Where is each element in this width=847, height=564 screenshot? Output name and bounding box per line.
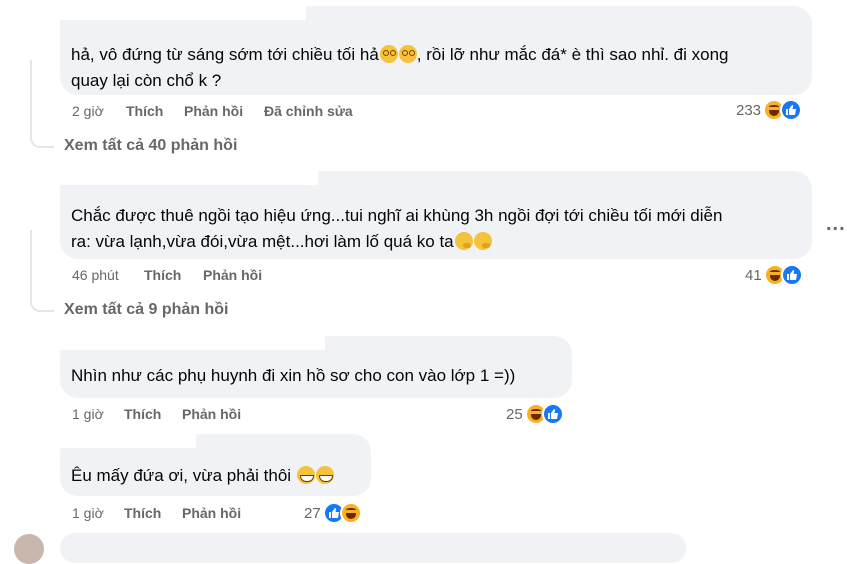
flushed-face-icon <box>398 45 417 63</box>
comment-time[interactable]: 1 giờ <box>72 406 104 422</box>
comment-text-3: Nhìn như các phụ huynh đi xin hồ sơ cho … <box>71 366 516 385</box>
reaction-summary[interactable]: 41 <box>745 264 803 286</box>
reaction-count: 233 <box>736 101 762 119</box>
reply-button[interactable]: Phản hồi <box>182 406 241 422</box>
comment-bubble-1: hả, vô đứng từ sáng sớm tới chiều tối hả… <box>60 6 812 95</box>
view-all-replies-40[interactable]: Xem tất cả 40 phản hồi <box>64 137 237 155</box>
comment-bubble-4: Êu mấy đứa ơi, vừa phải thôi <box>60 434 371 496</box>
like-button[interactable]: Thích <box>126 103 163 119</box>
hidden-author-name <box>60 171 318 185</box>
like-button[interactable]: Thích <box>124 505 161 521</box>
flushed-face-icon <box>379 45 398 63</box>
hidden-author-name <box>60 434 196 448</box>
comment-text-2-line-1: Chắc được thuê ngồi tạo hiệu ứng...tui n… <box>71 206 723 225</box>
reaction-count: 41 <box>745 266 762 284</box>
avatar[interactable] <box>14 534 44 564</box>
reaction-summary[interactable]: 27 <box>304 502 362 524</box>
thinking-face-icon <box>454 232 473 250</box>
grinning-face-icon <box>315 466 334 484</box>
like-button[interactable]: Thích <box>124 406 161 422</box>
view-all-replies-9[interactable]: Xem tất cả 9 phản hồi <box>64 301 228 319</box>
comment-text-2-line-2: ra: vừa lạnh,vừa đói,vừa mệt...hơi làm l… <box>71 229 492 255</box>
thinking-face-icon <box>473 232 492 250</box>
comment-text-1-line-2: quay lại còn chổ k ? <box>71 71 222 90</box>
grinning-face-icon <box>296 466 315 484</box>
thread-connector <box>30 60 54 148</box>
comment-time[interactable]: 2 giờ <box>72 103 104 119</box>
comment-text-4: Êu mấy đứa ơi, vừa phải thôi <box>71 463 334 489</box>
edited-label[interactable]: Đã chỉnh sửa <box>264 103 353 119</box>
comment-bubble-3: Nhìn như các phụ huynh đi xin hồ sơ cho … <box>60 336 572 398</box>
reaction-summary[interactable]: 233 <box>736 99 803 121</box>
more-options-icon[interactable]: ... <box>826 213 846 236</box>
comment-time[interactable]: 1 giờ <box>72 505 104 521</box>
thread-connector <box>30 230 54 312</box>
like-icon <box>541 403 564 425</box>
comment-text-1-line-1: hả, vô đứng từ sáng sớm tới chiều tối hả… <box>71 45 729 64</box>
comment-time[interactable]: 46 phút <box>72 267 119 283</box>
reply-button[interactable]: Phản hồi <box>184 103 243 119</box>
like-button[interactable]: Thích <box>144 267 181 283</box>
haha-icon <box>339 502 362 524</box>
reaction-count: 27 <box>304 504 321 522</box>
reply-button[interactable]: Phản hồi <box>182 505 241 521</box>
reply-button[interactable]: Phản hồi <box>203 267 262 283</box>
hidden-author-name <box>60 336 325 350</box>
comment-bubble-2: Chắc được thuê ngồi tạo hiệu ứng...tui n… <box>60 171 812 259</box>
like-icon <box>780 264 803 286</box>
reaction-count: 25 <box>506 405 523 423</box>
reaction-summary[interactable]: 25 <box>506 403 564 425</box>
like-icon <box>780 99 803 121</box>
hidden-author-name <box>60 6 306 20</box>
comment-bubble-5-partial <box>60 533 686 563</box>
